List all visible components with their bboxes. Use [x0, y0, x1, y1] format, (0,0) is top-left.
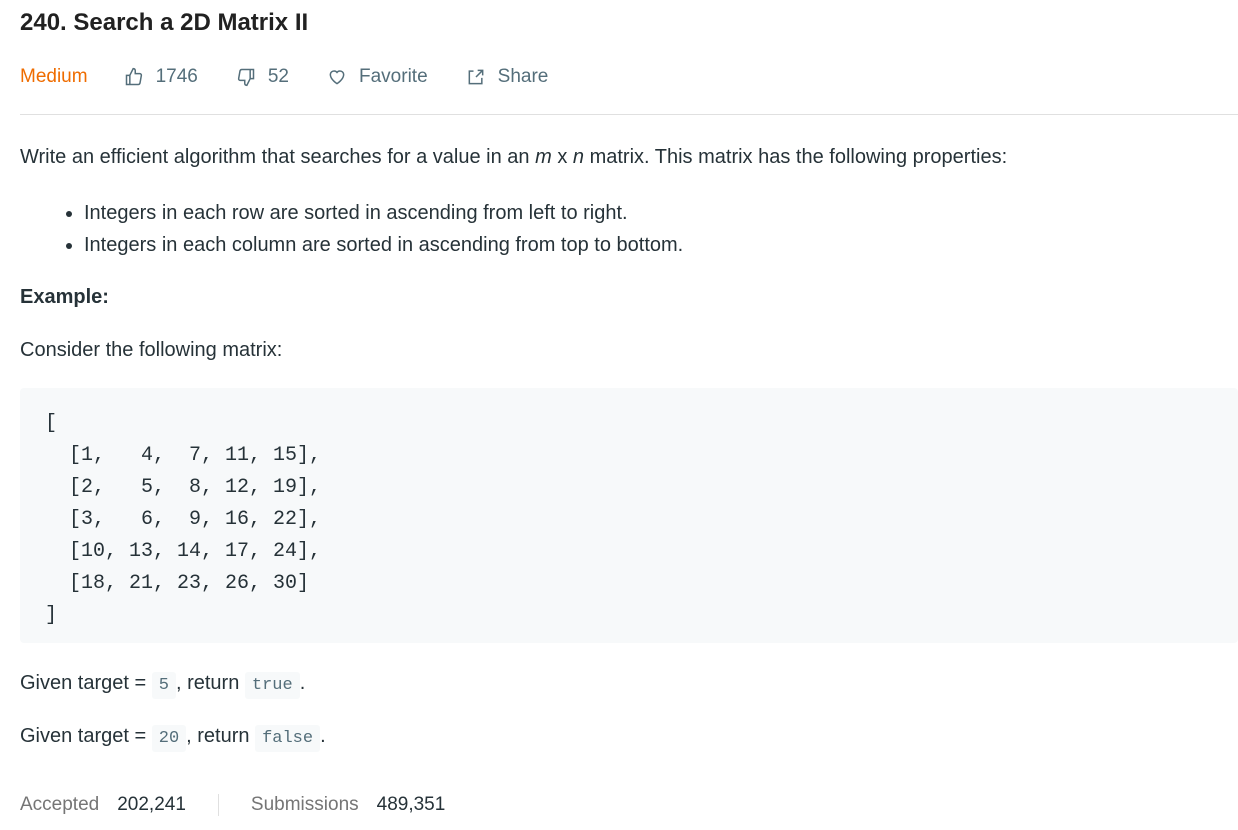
- dislike-button[interactable]: 52: [236, 66, 289, 88]
- favorite-label: Favorite: [359, 66, 428, 87]
- problem-title: 240. Search a 2D Matrix II: [20, 9, 309, 36]
- list-item: Integers in each column are sorted in as…: [84, 229, 683, 261]
- submissions-count: 489,351: [376, 794, 446, 815]
- period: .: [320, 725, 326, 747]
- stats-separator: [217, 794, 219, 816]
- like-button[interactable]: 1746: [124, 66, 198, 88]
- result-code: true: [244, 672, 300, 699]
- period: .: [299, 672, 306, 694]
- return-text: , return: [186, 725, 256, 747]
- result-code: false: [255, 725, 321, 752]
- given-text: Given target =: [20, 672, 152, 694]
- given-line-2: Given target = 20, return false.: [20, 723, 326, 752]
- problem-meta: Medium 1746 52 Favorite Share: [20, 64, 586, 90]
- accepted-label: Accepted: [20, 794, 100, 815]
- list-item: Integers in each row are sorted in ascen…: [84, 197, 683, 229]
- target-code: 20: [151, 725, 187, 752]
- intro-text-end: matrix. This matrix has the following pr…: [584, 146, 1008, 168]
- intro-paragraph: Write an efficient algorithm that search…: [20, 144, 1007, 170]
- properties-list: Integers in each row are sorted in ascen…: [20, 197, 683, 261]
- given-text: Given target =: [20, 725, 152, 747]
- intro-text: Write an efficient algorithm that search…: [20, 146, 536, 168]
- thumbs-down-icon: [237, 68, 255, 87]
- dislike-count: 52: [267, 66, 289, 87]
- example-heading: Example:: [20, 286, 109, 308]
- var-m: m: [535, 146, 552, 168]
- share-icon: [468, 69, 484, 85]
- stats-bar: Accepted 202,241 Submissions 489,351: [20, 794, 445, 816]
- accepted-count: 202,241: [117, 794, 186, 815]
- code-block: [ [1, 4, 7, 11, 15], [2, 5, 8, 12, 19], …: [20, 388, 1238, 643]
- heart-icon: [329, 70, 345, 85]
- difficulty-badge: Medium: [20, 66, 88, 87]
- target-code: 5: [151, 672, 176, 699]
- divider: [20, 114, 1238, 115]
- x-text: x: [551, 146, 573, 168]
- var-n: n: [572, 146, 585, 168]
- matrix-code: [ [1, 4, 7, 11, 15], [2, 5, 8, 12, 19], …: [45, 412, 322, 627]
- submissions-label: Submissions: [250, 794, 359, 815]
- share-label: Share: [497, 66, 549, 87]
- share-button[interactable]: Share: [466, 66, 549, 88]
- thumbs-up-icon: [125, 67, 142, 86]
- given-line-1: Given target = 5, return true.: [20, 670, 305, 699]
- consider-text: Consider the following matrix:: [20, 339, 283, 361]
- return-text: , return: [175, 672, 245, 694]
- like-count: 1746: [155, 66, 198, 87]
- favorite-button[interactable]: Favorite: [327, 66, 428, 88]
